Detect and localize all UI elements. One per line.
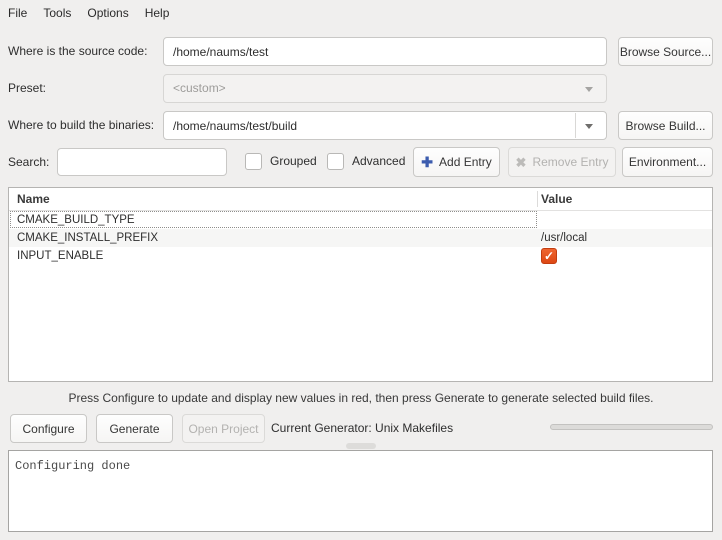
build-binaries-combobox[interactable] <box>163 111 607 140</box>
chevron-down-icon <box>585 87 593 92</box>
plus-icon: ✚ <box>421 155 433 169</box>
search-input[interactable] <box>57 148 227 176</box>
column-divider[interactable] <box>537 191 538 207</box>
table-row[interactable]: CMAKE_BUILD_TYPE <box>9 211 712 229</box>
configure-button[interactable]: Configure <box>10 414 87 443</box>
configure-hint-text: Press Configure to update and display ne… <box>0 391 722 405</box>
generate-button[interactable]: Generate <box>96 414 173 443</box>
combobox-separator <box>575 113 576 138</box>
table-row[interactable]: INPUT_ENABLE ✓ <box>9 247 712 265</box>
variable-name-cell[interactable]: CMAKE_BUILD_TYPE <box>17 211 135 229</box>
x-icon: ✖ <box>516 156 527 169</box>
preset-value: <custom> <box>173 75 226 102</box>
preset-label: Preset: <box>8 74 46 103</box>
grouped-checkbox[interactable] <box>245 153 262 170</box>
preset-combobox: <custom> <box>163 74 607 103</box>
output-log[interactable]: Configuring done <box>8 450 713 532</box>
column-header-name[interactable]: Name <box>17 188 50 211</box>
open-project-label: Open Project <box>188 422 258 436</box>
variable-value-cell[interactable]: /usr/local <box>541 229 587 247</box>
browse-build-button[interactable]: Browse Build... <box>618 111 713 140</box>
configure-label: Configure <box>22 422 74 436</box>
advanced-checkbox[interactable] <box>327 153 344 170</box>
menu-help[interactable]: Help <box>137 2 178 24</box>
build-binaries-label: Where to build the binaries: <box>8 111 154 140</box>
remove-entry-label: Remove Entry <box>532 155 608 169</box>
add-entry-label: Add Entry <box>439 155 492 169</box>
menu-options[interactable]: Options <box>79 2 136 24</box>
splitter-handle[interactable] <box>346 443 376 449</box>
advanced-checkbox-label[interactable]: Advanced <box>352 153 405 170</box>
environment-button[interactable]: Environment... <box>622 147 713 177</box>
browse-source-button[interactable]: Browse Source... <box>618 37 713 66</box>
generate-label: Generate <box>109 422 159 436</box>
source-code-label: Where is the source code: <box>8 37 147 66</box>
open-project-button: Open Project <box>182 414 265 443</box>
table-header: Name Value <box>9 188 712 211</box>
progress-bar <box>550 424 713 430</box>
browse-source-label: Browse Source... <box>620 45 711 59</box>
menu-bar: File Tools Options Help <box>0 0 722 26</box>
chevron-down-icon[interactable] <box>585 124 593 129</box>
menu-tools[interactable]: Tools <box>35 2 79 24</box>
variable-name-cell[interactable]: INPUT_ENABLE <box>17 247 103 265</box>
table-row[interactable]: CMAKE_INSTALL_PREFIX /usr/local <box>9 229 712 247</box>
current-generator-text: Current Generator: Unix Makefiles <box>271 414 453 443</box>
build-binaries-input[interactable] <box>164 112 576 139</box>
search-label: Search: <box>8 148 49 176</box>
column-header-value[interactable]: Value <box>541 188 572 211</box>
checkbox-checked-icon[interactable]: ✓ <box>541 248 557 264</box>
cache-variables-table: Name Value CMAKE_BUILD_TYPE CMAKE_INSTAL… <box>8 187 713 382</box>
browse-build-label: Browse Build... <box>625 119 705 133</box>
environment-label: Environment... <box>629 155 706 169</box>
grouped-checkbox-label[interactable]: Grouped <box>270 153 317 170</box>
source-code-input[interactable] <box>163 37 607 66</box>
menu-file[interactable]: File <box>0 2 35 24</box>
variable-name-cell[interactable]: CMAKE_INSTALL_PREFIX <box>17 229 158 247</box>
add-entry-button[interactable]: ✚ Add Entry <box>413 147 500 177</box>
remove-entry-button: ✖ Remove Entry <box>508 147 616 177</box>
